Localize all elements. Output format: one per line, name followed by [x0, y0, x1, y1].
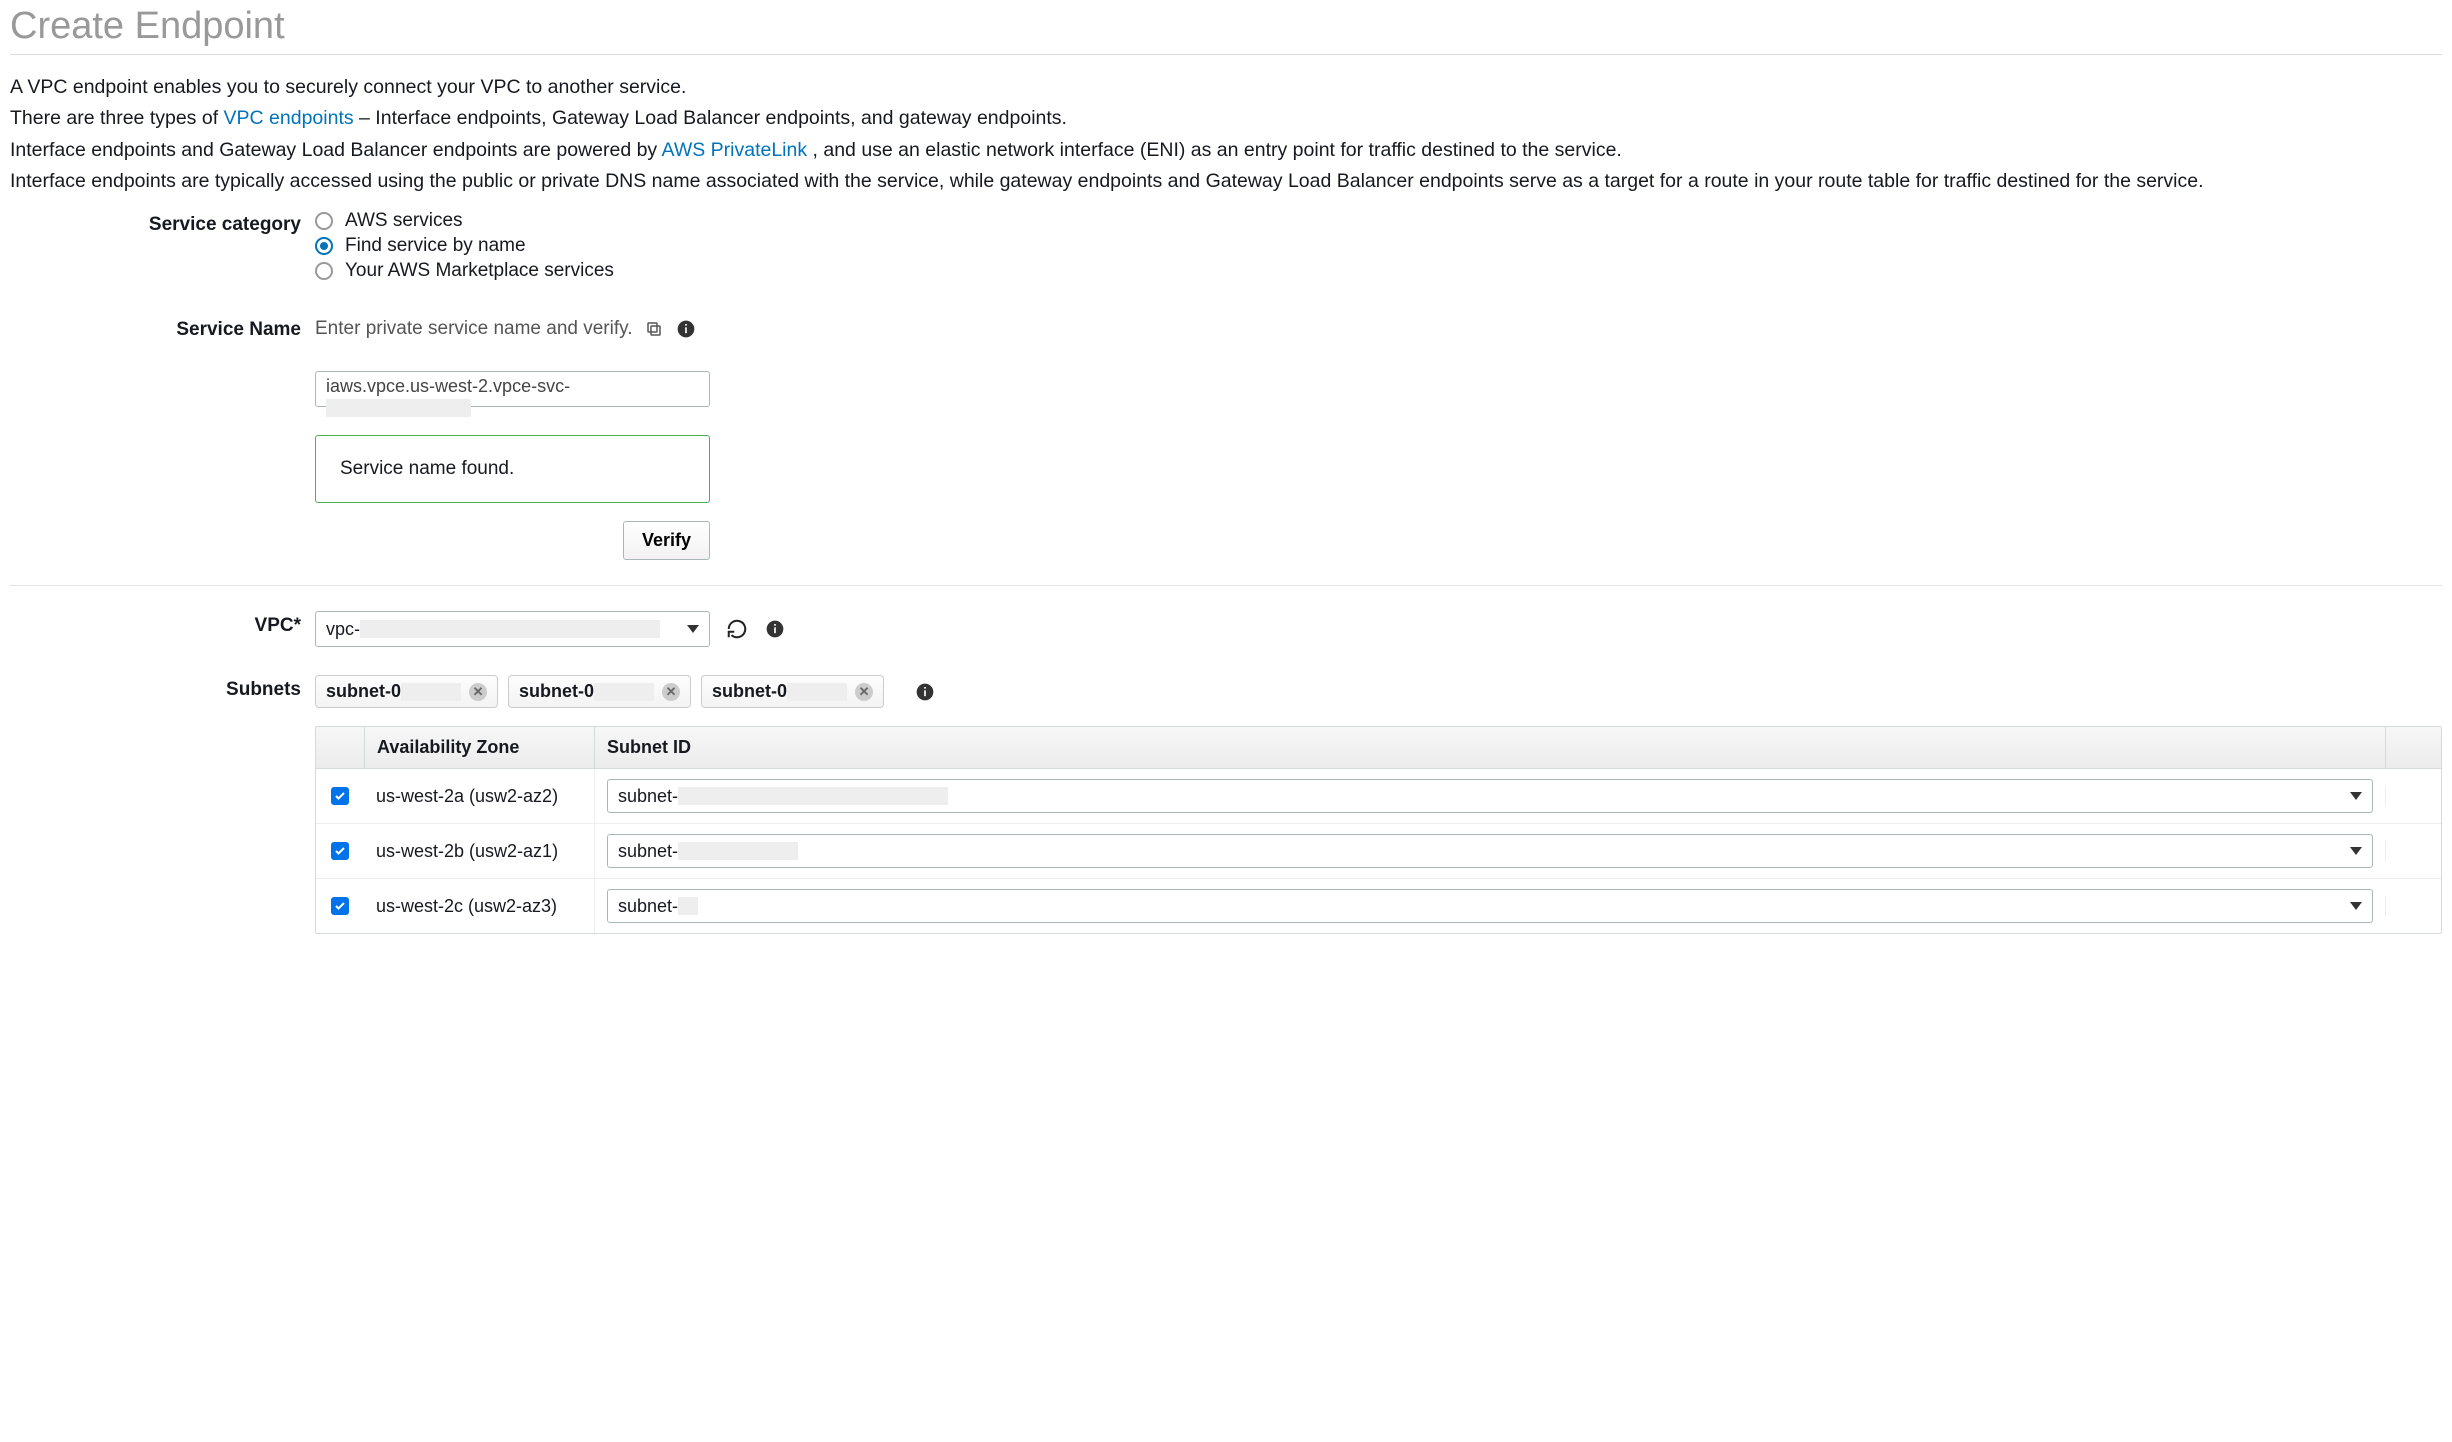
table-row: us-west-2c (usw2-az3) subnet- [316, 879, 2441, 933]
refresh-icon[interactable] [726, 618, 748, 640]
intro-block: A VPC endpoint enables you to securely c… [10, 73, 2442, 196]
subnet-dropdown[interactable]: subnet- [607, 779, 2373, 813]
table-row: us-west-2b (usw2-az1) subnet- [316, 824, 2441, 879]
service-name-hint: Enter private service name and verify. [315, 318, 633, 340]
chevron-down-icon [2350, 902, 2362, 910]
redacted-vpc-id [360, 620, 660, 638]
subnet-dropdown[interactable]: subnet- [607, 834, 2373, 868]
chevron-down-icon [2350, 792, 2362, 800]
service-category-label: Service category [10, 210, 315, 236]
info-icon[interactable] [914, 681, 936, 703]
remove-chip-icon[interactable]: ✕ [662, 683, 680, 701]
radio-aws-services[interactable] [315, 212, 333, 230]
subnet-dropdown[interactable]: subnet- [607, 889, 2373, 923]
table-header: Availability Zone Subnet ID [316, 727, 2441, 769]
info-icon[interactable] [764, 618, 786, 640]
vpc-label: VPC* [10, 611, 315, 637]
info-icon[interactable] [675, 318, 697, 340]
aws-privatelink-link[interactable]: AWS PrivateLink [662, 139, 808, 161]
remove-chip-icon[interactable]: ✕ [855, 683, 873, 701]
chevron-down-icon [2350, 847, 2362, 855]
subnets-label: Subnets [10, 675, 315, 701]
subnet-chip[interactable]: subnet-0 ✕ [315, 675, 498, 708]
row-checkbox[interactable] [331, 842, 349, 860]
col-az: Availability Zone [364, 727, 594, 768]
vpc-endpoints-link[interactable]: VPC endpoints [224, 107, 354, 129]
remove-chip-icon[interactable]: ✕ [469, 683, 487, 701]
subnet-chip[interactable]: subnet-0 ✕ [508, 675, 691, 708]
radio-find-by-name-label: Find service by name [345, 235, 526, 257]
page-title: Create Endpoint [10, 5, 2442, 48]
subnet-chip[interactable]: subnet-0 ✕ [701, 675, 884, 708]
verify-button[interactable]: Verify [623, 521, 710, 560]
col-subnet-id: Subnet ID [594, 727, 2385, 768]
row-checkbox[interactable] [331, 897, 349, 915]
divider [10, 54, 2442, 55]
az-cell: us-west-2a (usw2-az2) [364, 776, 594, 817]
radio-marketplace-label: Your AWS Marketplace services [345, 260, 614, 282]
redacted-service-suffix [326, 399, 471, 417]
vpc-dropdown[interactable]: vpc- [315, 611, 710, 647]
table-row: us-west-2a (usw2-az2) subnet- [316, 769, 2441, 824]
intro-line3: Interface endpoints and Gateway Load Bal… [10, 136, 2442, 165]
divider [10, 585, 2442, 586]
subnet-table: Availability Zone Subnet ID us-west-2a (… [315, 726, 2442, 934]
service-name-success: Service name found. [315, 435, 710, 503]
row-checkbox[interactable] [331, 787, 349, 805]
intro-line2: There are three types of VPC endpoints –… [10, 104, 2442, 133]
intro-line1: A VPC endpoint enables you to securely c… [10, 73, 2442, 102]
chevron-down-icon [687, 625, 699, 633]
intro-line4: Interface endpoints are typically access… [10, 167, 2442, 196]
radio-marketplace[interactable] [315, 262, 333, 280]
az-cell: us-west-2b (usw2-az1) [364, 831, 594, 872]
copy-icon[interactable] [643, 318, 665, 340]
service-name-label: Service Name [10, 315, 315, 341]
radio-aws-services-label: AWS services [345, 210, 463, 232]
service-name-input[interactable]: iaws.vpce.us-west-2.vpce-svc- [315, 371, 710, 407]
radio-find-by-name[interactable] [315, 237, 333, 255]
az-cell: us-west-2c (usw2-az3) [364, 886, 594, 927]
